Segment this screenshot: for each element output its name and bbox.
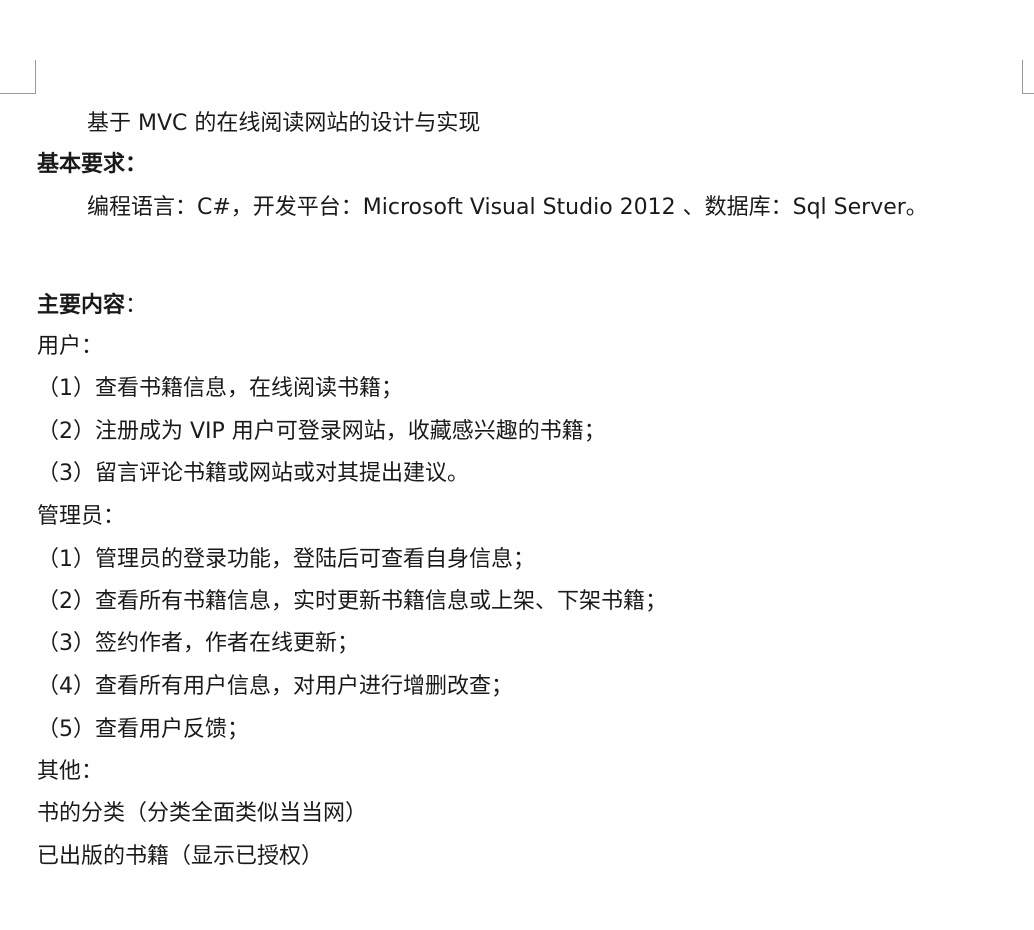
admin-item: （2）查看所有书籍信息，实时更新书籍信息或上架、下架书籍；	[37, 589, 667, 614]
other-item: 已出版的书籍（显示已授权）	[37, 844, 324, 869]
main-content-heading: 主要内容：	[37, 291, 147, 321]
admin-item: （5）查看用户反馈；	[37, 717, 249, 742]
document-page: 基于 MVC 的在线阅读网站的设计与实现 基本要求： 编程语言：C#，开发平台：…	[0, 0, 1034, 930]
other-heading: 其他：	[37, 759, 104, 784]
main-content-heading-colon: ：	[125, 293, 148, 318]
crop-mark-top-left	[0, 60, 36, 94]
user-item: （2）注册成为 VIP 用户可登录网站，收藏感兴趣的书籍；	[37, 419, 606, 444]
main-content-heading-label: 主要内容	[37, 293, 126, 318]
other-item: 书的分类（分类全面类似当当网）	[37, 801, 368, 826]
admin-item: （4）查看所有用户信息，对用户进行增删改查；	[37, 674, 513, 699]
admin-item: （1）管理员的登录功能，登陆后可查看自身信息；	[37, 547, 535, 572]
admin-item: （3）签约作者，作者在线更新；	[37, 631, 359, 656]
crop-mark-top-right	[1022, 60, 1034, 94]
user-heading: 用户：	[37, 334, 104, 359]
admin-heading: 管理员：	[37, 504, 126, 529]
user-item: （1）查看书籍信息，在线阅读书籍；	[37, 376, 403, 401]
requirements-text: 编程语言：C#，开发平台：Microsoft Visual Studio 201…	[87, 195, 928, 220]
requirements-heading: 基本要求：	[37, 152, 148, 177]
user-item: （3）留言评论书籍或网站或对其提出建议。	[37, 461, 469, 486]
document-title: 基于 MVC 的在线阅读网站的设计与实现	[87, 111, 481, 136]
